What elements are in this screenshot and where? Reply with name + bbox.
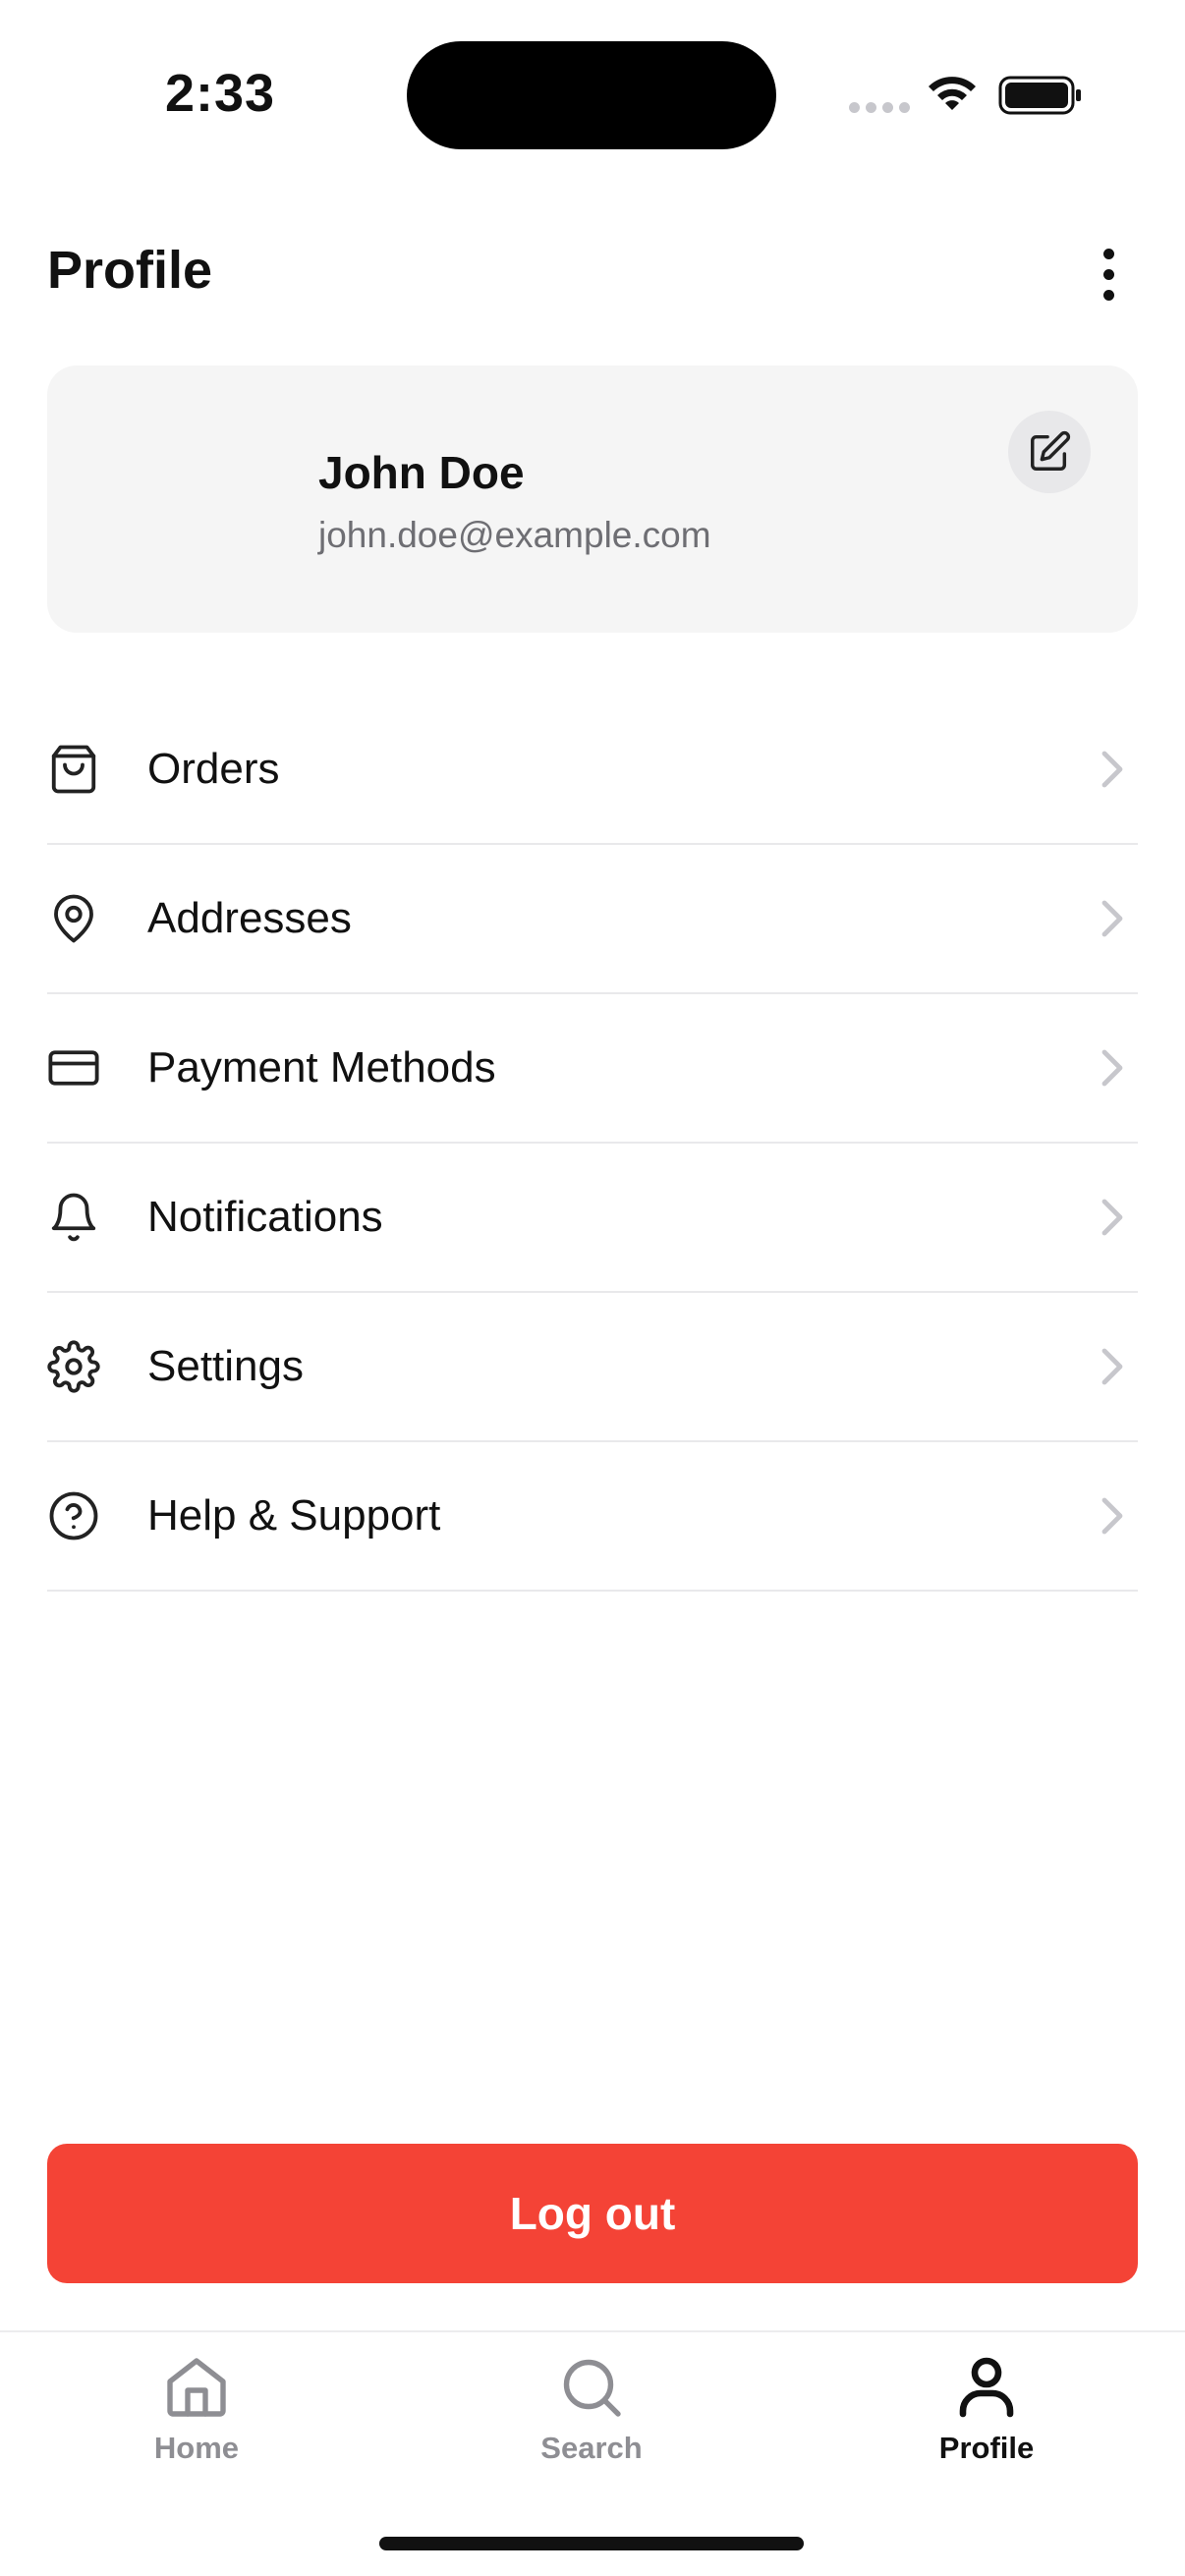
tab-profile[interactable]: Profile — [888, 2352, 1085, 2466]
menu-item-orders[interactable]: Orders — [47, 696, 1138, 845]
shopping-bag-icon — [47, 743, 100, 796]
user-icon — [959, 2357, 1014, 2418]
profile-card: John Doe john.doe@example.com — [47, 365, 1138, 633]
menu-item-help-support[interactable]: Help & Support — [47, 1442, 1138, 1592]
more-options-button[interactable] — [1081, 240, 1136, 308]
tab-label: Search — [540, 2431, 643, 2465]
help-circle-icon — [47, 1489, 100, 1542]
edit-icon — [1031, 430, 1071, 471]
more-dots-icon — [1102, 248, 1114, 259]
menu-item-addresses[interactable]: Addresses — [47, 845, 1138, 994]
menu-item-label: Help & Support — [147, 1491, 441, 1540]
tab-home[interactable]: Home — [98, 2352, 295, 2466]
credit-card-icon — [47, 1041, 100, 1094]
chevron-right-icon — [1101, 1348, 1123, 1385]
tab-search[interactable]: Search — [493, 2352, 690, 2466]
menu-item-label: Payment Methods — [147, 1043, 496, 1092]
search-icon — [563, 2359, 621, 2417]
bell-icon — [47, 1191, 100, 1244]
logout-button[interactable]: Log out — [47, 2144, 1138, 2283]
dynamic-island — [407, 41, 776, 149]
page-title: Profile — [47, 241, 213, 300]
user-name: John Doe — [318, 447, 525, 498]
map-pin-icon — [47, 892, 100, 945]
profile-screen: 2:33 Profile John Doe john.doe@example.c… — [0, 0, 1185, 2576]
chevron-right-icon — [1101, 751, 1123, 788]
menu-item-label: Addresses — [147, 894, 352, 942]
status-time: 2:33 — [165, 64, 276, 123]
profile-menu: Orders Addresses Payment Methods Notific… — [47, 696, 1138, 1592]
cellular-signal-icon — [849, 102, 910, 113]
chevron-right-icon — [1101, 1049, 1123, 1087]
menu-item-label: Orders — [147, 745, 280, 793]
menu-item-label: Settings — [147, 1342, 304, 1390]
menu-item-payment-methods[interactable]: Payment Methods — [47, 994, 1138, 1144]
user-email: john.doe@example.com — [318, 515, 711, 555]
home-indicator — [379, 2537, 804, 2550]
chevron-right-icon — [1101, 1199, 1123, 1236]
menu-item-settings[interactable]: Settings — [47, 1293, 1138, 1442]
tab-label: Profile — [938, 2431, 1035, 2465]
chevron-right-icon — [1101, 1497, 1123, 1535]
home-icon — [167, 2358, 226, 2417]
battery-icon — [998, 76, 1081, 115]
menu-item-label: Notifications — [147, 1193, 383, 1241]
menu-item-notifications[interactable]: Notifications — [47, 1144, 1138, 1293]
gear-icon — [47, 1340, 100, 1393]
tab-label: Home — [153, 2431, 240, 2465]
chevron-right-icon — [1101, 900, 1123, 937]
edit-profile-button[interactable] — [1008, 411, 1091, 493]
wifi-icon — [929, 77, 976, 110]
